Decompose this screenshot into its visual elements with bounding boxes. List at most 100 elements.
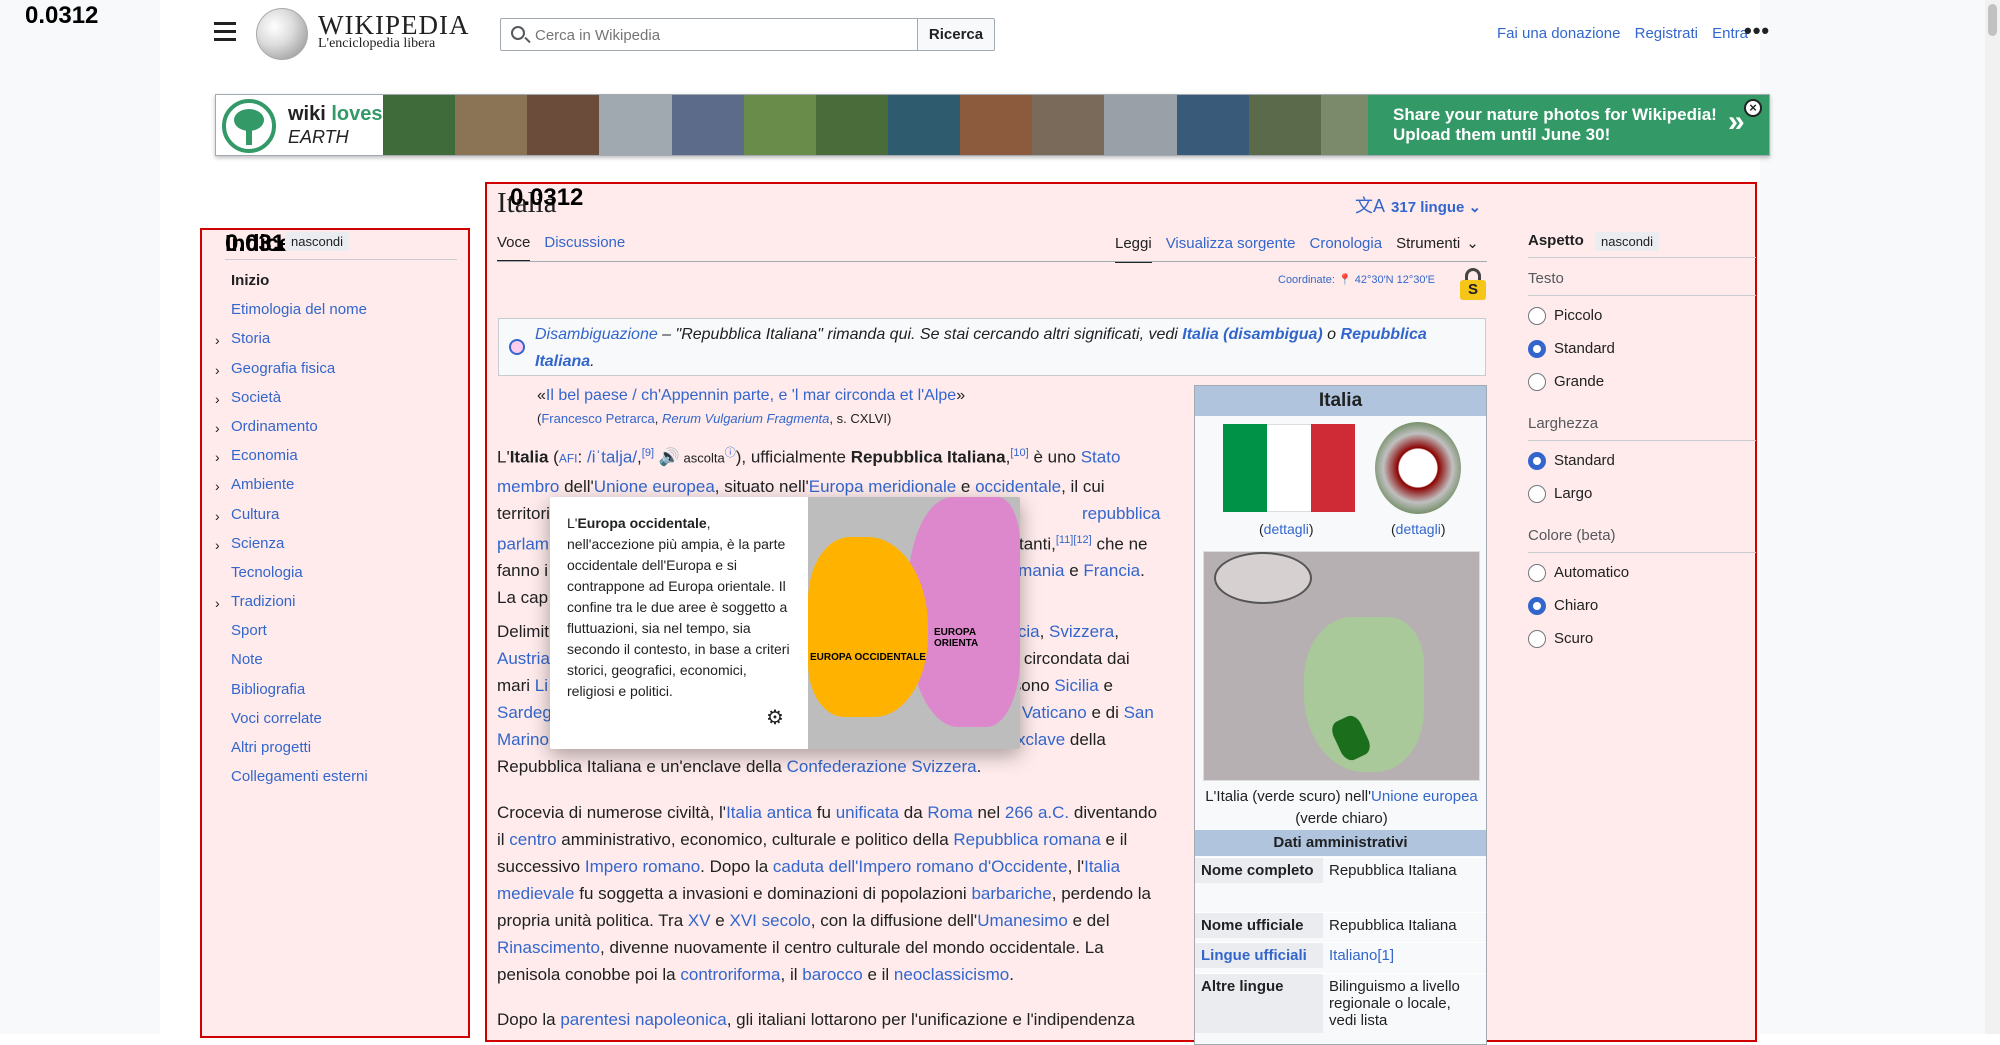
- flag-details-link[interactable]: dettagli: [1264, 521, 1309, 537]
- emblem-details-link[interactable]: dettagli: [1396, 521, 1441, 537]
- tab-leggi[interactable]: Leggi: [1115, 235, 1152, 263]
- toc-item-label[interactable]: Ambiente: [231, 476, 294, 493]
- appearance-option[interactable]: Largo: [1528, 484, 1756, 517]
- radio-button[interactable]: [1528, 630, 1546, 648]
- toc-item[interactable]: Altri progetti: [231, 737, 461, 766]
- toc-item[interactable]: › Ordinamento: [215, 416, 461, 445]
- rvf-link[interactable]: Rerum Vulgarium Fragmenta: [662, 411, 829, 426]
- chevron-right-icon[interactable]: ›: [215, 417, 220, 439]
- banner-close-icon[interactable]: ×: [1744, 99, 1762, 117]
- language-button[interactable]: 文A 317 lingue ⌄: [1355, 192, 1481, 218]
- emblem-of-italy[interactable]: [1375, 422, 1461, 514]
- toc-item[interactable]: Tecnologia: [231, 562, 461, 591]
- toc-item-label[interactable]: Etimologia del nome: [231, 301, 367, 318]
- toc-item[interactable]: Note: [231, 649, 461, 678]
- toc-item-label[interactable]: Scienza: [231, 535, 284, 552]
- appearance-option[interactable]: Scuro: [1528, 629, 1756, 662]
- toc-item[interactable]: Sport: [231, 620, 461, 649]
- tab-visualizza-sorgente[interactable]: Visualizza sorgente: [1166, 235, 1296, 252]
- toc-item-label[interactable]: Bibliografia: [231, 681, 305, 698]
- toc-item-label[interactable]: Sport: [231, 622, 267, 639]
- toc-item-label[interactable]: Voci correlate: [231, 710, 322, 727]
- page-preview-popup[interactable]: L'Europa occidentale, nell'accezione più…: [550, 497, 1020, 749]
- hatnote-link-italia-disambigua[interactable]: Italia (disambigua): [1182, 326, 1322, 343]
- toc-item[interactable]: › Ambiente: [215, 474, 461, 503]
- appearance-hide-button[interactable]: nascondi: [1595, 232, 1660, 251]
- banner-arrow-icon[interactable]: »: [1728, 105, 1745, 139]
- tab-voce[interactable]: Voce: [497, 234, 531, 262]
- popup-map-image[interactable]: EUROPA OCCIDENTALE EUROPA ORIENTA: [808, 497, 1020, 749]
- appearance-option[interactable]: Grande: [1528, 372, 1756, 405]
- epigraph-text[interactable]: Il bel paese / ch'Appennin parte, e 'l m…: [546, 387, 956, 404]
- chevron-right-icon[interactable]: ›: [215, 359, 220, 381]
- chevron-right-icon[interactable]: ›: [215, 534, 220, 556]
- row-key[interactable]: Lingue ufficiali: [1195, 943, 1323, 968]
- toc-item[interactable]: Collegamenti esterni: [231, 766, 461, 795]
- toc-item-label[interactable]: Inizio: [231, 272, 269, 289]
- toc-item-label[interactable]: Geografia fisica: [231, 360, 335, 377]
- register-link[interactable]: Registrati: [1635, 25, 1698, 42]
- toc-item[interactable]: › Società: [215, 387, 461, 416]
- radio-button[interactable]: [1528, 485, 1546, 503]
- chevron-right-icon[interactable]: ›: [215, 446, 220, 468]
- toc-item-label[interactable]: Cultura: [231, 506, 279, 523]
- chevron-right-icon[interactable]: ›: [215, 475, 220, 497]
- radio-button[interactable]: [1528, 597, 1546, 615]
- location-map[interactable]: [1203, 551, 1480, 781]
- scrollbar[interactable]: [1985, 0, 2000, 1034]
- banner-cta[interactable]: Share your nature photos for Wikipedia! …: [1368, 95, 1769, 155]
- campaign-banner[interactable]: wiki loves EARTH Share your nature photo…: [215, 94, 1770, 156]
- toc-item-label[interactable]: Economia: [231, 447, 298, 464]
- appearance-option[interactable]: Automatico: [1528, 563, 1756, 596]
- chevron-right-icon[interactable]: ›: [215, 505, 220, 527]
- toc-item-label[interactable]: Collegamenti esterni: [231, 768, 368, 785]
- gear-icon[interactable]: ⚙: [766, 705, 784, 730]
- tab-cronologia[interactable]: Cronologia: [1310, 235, 1383, 252]
- radio-button[interactable]: [1528, 340, 1546, 358]
- toc-item[interactable]: › Scienza: [215, 533, 461, 562]
- chevron-down-icon[interactable]: ⌄: [1466, 235, 1479, 252]
- toc-item-label[interactable]: Tecnologia: [231, 564, 303, 581]
- wikipedia-globe-logo[interactable]: [256, 8, 308, 60]
- main-menu-button[interactable]: [214, 22, 236, 42]
- eu-link[interactable]: Unione europea: [1371, 788, 1478, 805]
- scrollbar-thumb[interactable]: [1988, 4, 1997, 36]
- appearance-option[interactable]: Chiaro: [1528, 596, 1756, 629]
- toc-item[interactable]: › Cultura: [215, 504, 461, 533]
- toc-item[interactable]: › Storia: [215, 328, 461, 357]
- radio-button[interactable]: [1528, 452, 1546, 470]
- chevron-right-icon[interactable]: ›: [215, 388, 220, 410]
- chevron-right-icon[interactable]: ›: [215, 592, 220, 614]
- hatnote-link-disambiguazione[interactable]: Disambiguazione: [535, 326, 658, 343]
- toc-item-label[interactable]: Note: [231, 651, 263, 668]
- toc-item[interactable]: › Tradizioni: [215, 591, 461, 620]
- donate-link[interactable]: Fai una donazione: [1497, 25, 1620, 42]
- toc-item-label[interactable]: Ordinamento: [231, 418, 318, 435]
- appearance-option[interactable]: Piccolo: [1528, 306, 1756, 339]
- radio-button[interactable]: [1528, 307, 1546, 325]
- toc-item[interactable]: Etimologia del nome: [231, 299, 461, 328]
- more-options-icon[interactable]: •••: [1744, 20, 1770, 42]
- search-button[interactable]: Ricerca: [917, 18, 995, 51]
- radio-button[interactable]: [1528, 373, 1546, 391]
- toc-item[interactable]: › Economia: [215, 445, 461, 474]
- tab-strumenti[interactable]: Strumenti: [1396, 235, 1460, 252]
- toc-item-label[interactable]: Altri progetti: [231, 739, 311, 756]
- flag-of-italy[interactable]: [1223, 424, 1355, 512]
- appearance-option[interactable]: Standard: [1528, 339, 1756, 372]
- search-input[interactable]: [535, 23, 905, 47]
- petrarca-link[interactable]: Francesco Petrarca: [541, 411, 654, 426]
- login-link[interactable]: Entra: [1712, 25, 1748, 42]
- appearance-option[interactable]: Standard: [1528, 451, 1756, 484]
- toc-item[interactable]: Bibliografia: [231, 679, 461, 708]
- toc-item[interactable]: Inizio: [231, 270, 461, 299]
- coordinates[interactable]: Coordinate: 📍 42°30′N 12°30′E: [1278, 273, 1435, 286]
- toc-item[interactable]: Voci correlate: [231, 708, 461, 737]
- toc-hide-button[interactable]: nascondi: [285, 232, 350, 251]
- chevron-right-icon[interactable]: ›: [215, 329, 220, 351]
- row-value[interactable]: Italiano[1]: [1323, 943, 1486, 968]
- coordinates-value[interactable]: 42°30′N 12°30′E: [1355, 274, 1435, 286]
- radio-button[interactable]: [1528, 564, 1546, 582]
- toc-item[interactable]: › Geografia fisica: [215, 358, 461, 387]
- toc-item-label[interactable]: Storia: [231, 330, 270, 347]
